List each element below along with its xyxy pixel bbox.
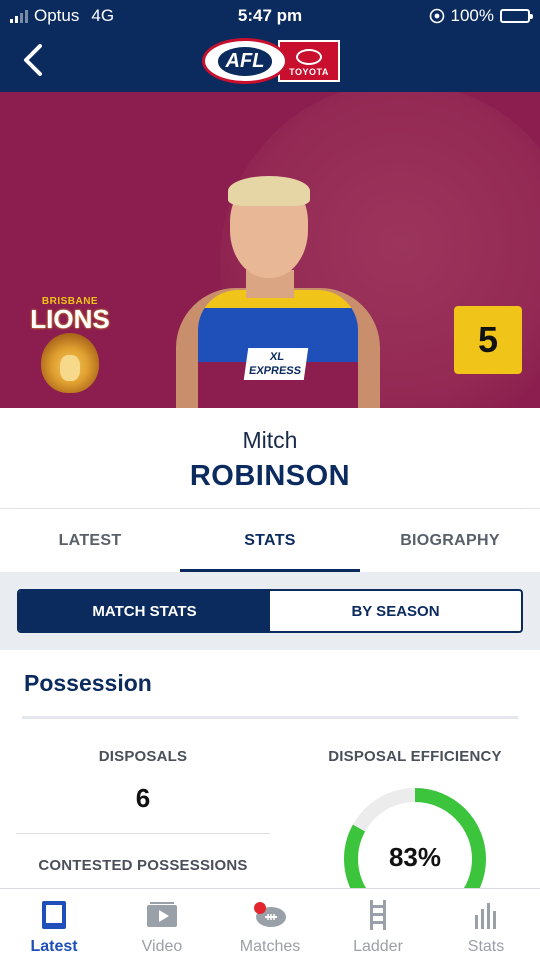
- stats-mode-area: MATCH STATS BY SEASON: [0, 572, 540, 650]
- football-icon: [254, 902, 286, 927]
- profile-tabs: LATEST STATS BIOGRAPHY: [0, 508, 540, 573]
- play-icon: [147, 902, 177, 927]
- ladder-icon: [370, 900, 386, 930]
- afl-toyota-logo: AFL TOYOTA: [202, 38, 340, 84]
- bottom-nav: Latest Video Matches Ladder Stats: [0, 888, 540, 960]
- nav-stats[interactable]: Stats: [432, 889, 540, 960]
- tab-stats[interactable]: STATS: [180, 509, 360, 573]
- player-photo: XL EXPRESS: [176, 176, 380, 408]
- player-hair: [228, 176, 310, 206]
- nav-matches[interactable]: Matches: [216, 889, 324, 960]
- contested-possessions-label: CONTESTED POSSESSIONS: [38, 857, 248, 874]
- toyota-emblem-icon: [296, 49, 322, 65]
- disposals-value: 6: [135, 783, 151, 813]
- tab-biography[interactable]: BIOGRAPHY: [360, 509, 540, 573]
- club-logo-name: LIONS: [30, 304, 110, 334]
- player-number-badge: 5: [454, 306, 522, 374]
- nav-latest[interactable]: Latest: [0, 889, 108, 960]
- disposal-efficiency-value: 83%: [388, 842, 442, 872]
- nav-matches-label: Matches: [239, 938, 301, 955]
- nav-video[interactable]: Video: [108, 889, 216, 960]
- bar-chart-icon: [475, 903, 496, 929]
- player-hero: BRISBANE LIONS XL EXPRESS 5: [0, 92, 540, 408]
- player-name: Mitch ROBINSON: [0, 426, 540, 494]
- status-bar: Optus 4G 5:47 pm 100%: [0, 6, 540, 26]
- nav-latest-label: Latest: [30, 938, 78, 955]
- battery-info: 100%: [429, 6, 533, 26]
- tab-latest[interactable]: LATEST: [0, 509, 180, 573]
- afl-logo: AFL: [202, 38, 288, 84]
- section-title: Possession: [24, 670, 152, 696]
- disposal-efficiency-label: DISPOSAL EFFICIENCY: [328, 748, 502, 765]
- lion-emblem-icon: [41, 333, 99, 393]
- section-divider: [22, 716, 518, 719]
- player-first-name: Mitch: [242, 427, 298, 453]
- stat-divider: [16, 833, 270, 834]
- disposals-label: DISPOSALS: [98, 748, 188, 765]
- nav-video-label: Video: [141, 938, 183, 955]
- toyota-text: TOYOTA: [289, 67, 329, 77]
- club-logo: BRISBANE LIONS: [28, 296, 112, 393]
- guernsey-sponsor: XL EXPRESS: [243, 348, 309, 380]
- nav-ladder-label: Ladder: [353, 938, 403, 955]
- nav-ladder[interactable]: Ladder: [324, 889, 432, 960]
- battery-percent: 100%: [450, 6, 494, 25]
- stats-mode-toggle: MATCH STATS BY SEASON: [17, 589, 523, 633]
- afl-logo-text: AFL: [217, 46, 273, 76]
- tablet-icon: [42, 901, 66, 929]
- app-header: Optus 4G 5:47 pm 100% AFL TOYOTA: [0, 0, 540, 92]
- match-stats-button[interactable]: MATCH STATS: [19, 591, 270, 631]
- player-last-name: ROBINSON: [189, 460, 351, 492]
- by-season-button[interactable]: BY SEASON: [270, 591, 521, 631]
- battery-icon: [500, 9, 533, 23]
- chevron-left-icon[interactable]: [18, 42, 48, 78]
- orientation-lock-icon: [429, 8, 444, 24]
- nav-stats-label: Stats: [467, 938, 505, 955]
